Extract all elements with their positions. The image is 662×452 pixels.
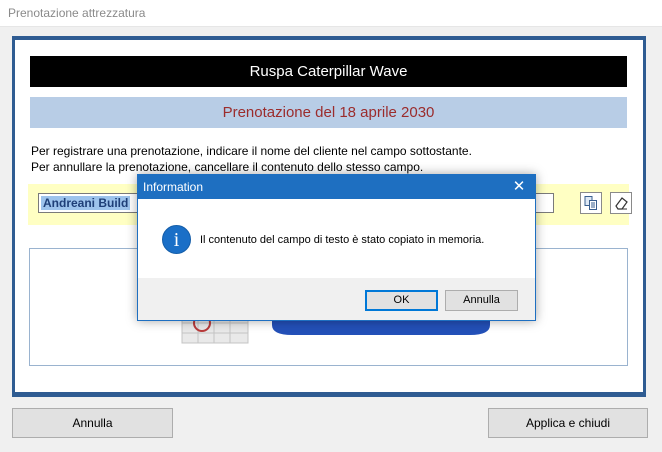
eraser-icon — [615, 197, 628, 210]
dialog-title: Information — [143, 180, 204, 194]
booking-date-header: Prenotazione del 18 aprile 2030 — [30, 97, 627, 128]
instruction-line-2: Per annullare la prenotazione, cancellar… — [31, 160, 424, 174]
dialog-cancel-button[interactable]: Annulla — [445, 290, 518, 311]
dialog-titlebar: Information ✕ — [138, 175, 535, 199]
apply-and-close-button[interactable]: Applica e chiudi — [488, 408, 648, 438]
dialog-body: i Il contenuto del campo di testo è stat… — [138, 199, 535, 278]
instruction-line-1: Per registrare una prenotazione, indicar… — [31, 144, 472, 158]
info-icon: i — [162, 225, 191, 254]
window-titlebar: Prenotazione attrezzatura — [0, 0, 662, 27]
dialog-footer: OK Annulla — [138, 278, 535, 320]
clear-button[interactable] — [610, 192, 632, 214]
window-title: Prenotazione attrezzatura — [8, 6, 146, 20]
copy-button[interactable] — [580, 192, 602, 214]
ok-button[interactable]: OK — [365, 290, 438, 311]
close-icon: ✕ — [512, 178, 526, 195]
cancel-button[interactable]: Annulla — [12, 408, 173, 438]
equipment-name-header: Ruspa Caterpillar Wave — [30, 56, 627, 87]
information-dialog: Information ✕ i Il contenuto del campo d… — [137, 174, 536, 321]
copy-icon — [584, 196, 597, 210]
dialog-close-button[interactable]: ✕ — [503, 175, 535, 199]
dialog-message: Il contenuto del campo di testo è stato … — [200, 234, 485, 246]
client-name-value: Andreani Build — [41, 196, 131, 210]
action-pill-graphic — [272, 319, 490, 335]
